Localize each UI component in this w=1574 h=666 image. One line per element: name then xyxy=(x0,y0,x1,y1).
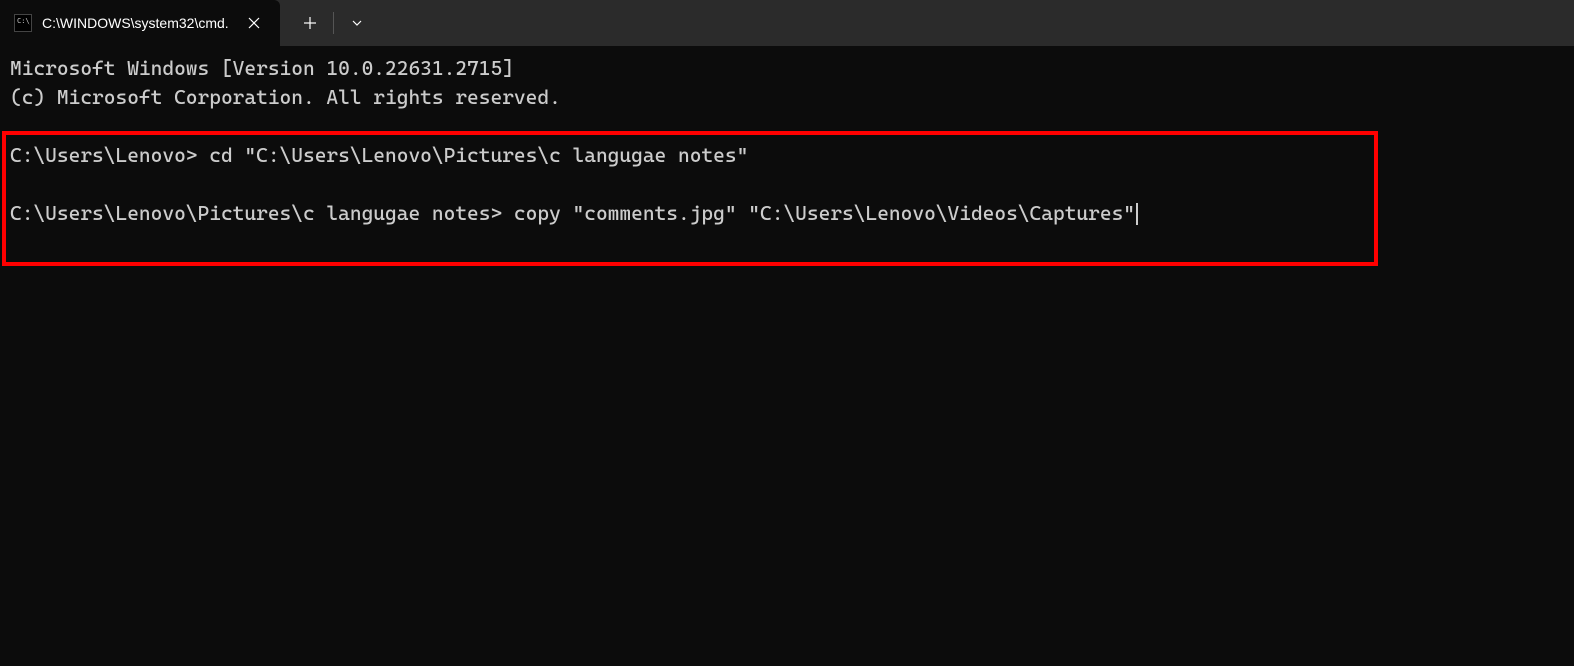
titlebar-controls xyxy=(280,0,379,46)
terminal-output[interactable]: Microsoft Windows [Version 10.0.22631.27… xyxy=(0,46,1574,236)
active-tab[interactable]: C:\_ C:\WINDOWS\system32\cmd. xyxy=(0,0,280,46)
version-line: Microsoft Windows [Version 10.0.22631.27… xyxy=(10,56,514,80)
titlebar: C:\_ C:\WINDOWS\system32\cmd. xyxy=(0,0,1574,46)
text-cursor xyxy=(1136,203,1138,225)
svg-text:C:\_: C:\_ xyxy=(17,17,30,25)
close-tab-button[interactable] xyxy=(244,13,264,33)
prompt-1: C:\Users\Lenovo> xyxy=(10,143,209,167)
prompt-2: C:\Users\Lenovo\Pictures\c langugae note… xyxy=(10,201,514,225)
tab-title: C:\WINDOWS\system32\cmd. xyxy=(42,15,234,31)
command-1: cd "C:\Users\Lenovo\Pictures\c langugae … xyxy=(209,143,748,167)
copyright-line: (c) Microsoft Corporation. All rights re… xyxy=(10,85,561,109)
cmd-icon: C:\_ xyxy=(14,14,32,32)
command-2: copy "comments.jpg" "C:\Users\Lenovo\Vid… xyxy=(514,201,1135,225)
tab-dropdown-button[interactable] xyxy=(335,0,379,46)
titlebar-divider xyxy=(333,12,334,34)
new-tab-button[interactable] xyxy=(288,0,332,46)
